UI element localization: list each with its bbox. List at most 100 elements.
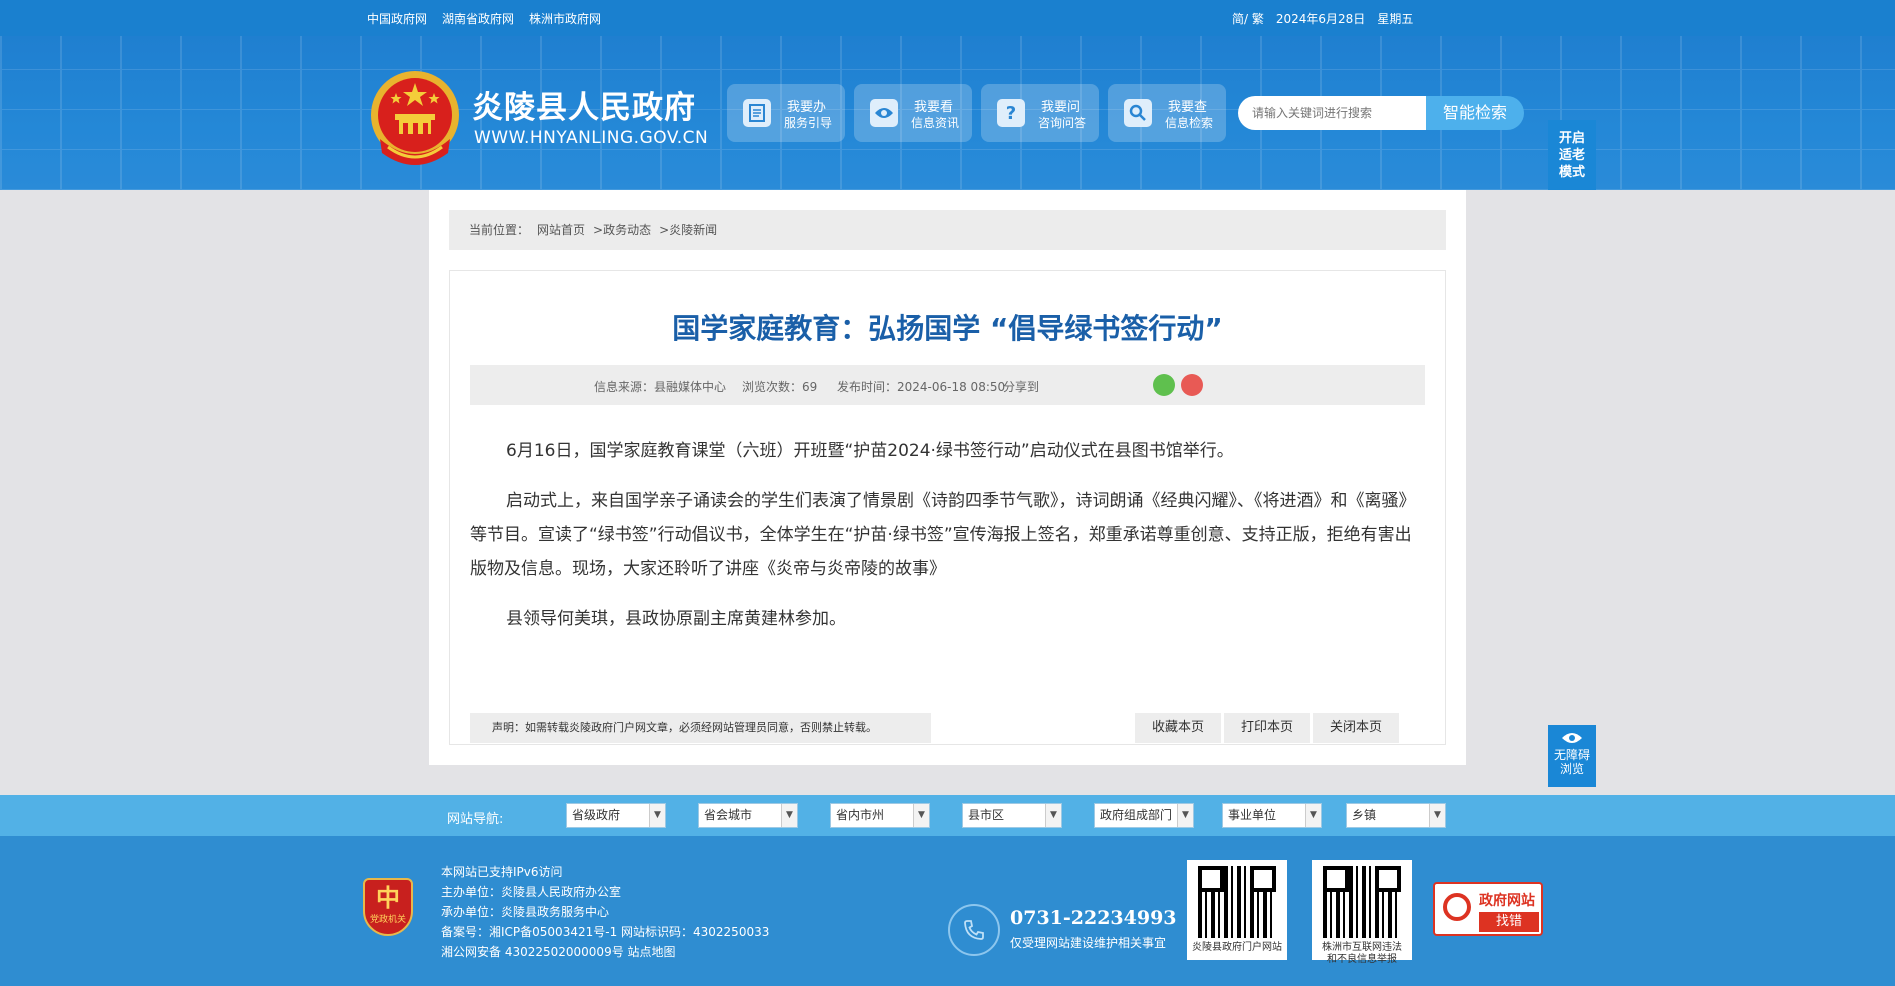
article: 国学家庭教育：弘扬国学 “倡导绿书签行动” 信息来源：县融媒体中心 浏览次数：6… bbox=[449, 270, 1446, 745]
phone-icon bbox=[948, 904, 1000, 956]
footer-sponsor: 主办单位：炎陵县人民政府办公室 bbox=[441, 885, 622, 899]
accessibility-button[interactable]: 无障碍 浏览 bbox=[1548, 725, 1596, 787]
accessibility-label: 浏览 bbox=[1559, 762, 1584, 776]
article-views: 浏览次数：69 bbox=[742, 380, 818, 394]
article-tools: 收藏本页 打印本页 关闭本页 bbox=[1135, 713, 1400, 743]
breadcrumb-yanling-news[interactable]: >炎陵新闻 bbox=[659, 210, 717, 250]
site-url: WWW.HNYANLING.GOV.CN bbox=[474, 128, 709, 148]
bookmark-page-button[interactable]: 收藏本页 bbox=[1135, 713, 1222, 743]
footer-info: 本网站已支持IPv6访问 主办单位：炎陵县人民政府办公室 承办单位：炎陵县政务服… bbox=[441, 862, 769, 962]
select-value: 省内市州 bbox=[836, 808, 885, 822]
elder-mode-label: 适老 bbox=[1558, 148, 1585, 163]
close-page-button[interactable]: 关闭本页 bbox=[1313, 713, 1400, 743]
chevron-down-icon: ▼ bbox=[1177, 804, 1193, 827]
disclaimer: 声明：如需转载炎陵政府门户网文章，必须经网站管理员同意，否则禁止转载。 bbox=[470, 713, 931, 743]
national-emblem-icon[interactable] bbox=[368, 69, 462, 171]
site-nav-label: 网站导航: bbox=[447, 812, 504, 827]
footer-police-record[interactable]: 湘公网安备 43022502000009号 站点地图 bbox=[441, 942, 769, 962]
article-body: 6月16日，国学家庭教育课堂（六班）开班暨“护苗2024·绿书签行动”启动仪式在… bbox=[470, 434, 1427, 652]
article-published: 发布时间：2024-06-18 08:50 bbox=[837, 380, 1006, 394]
qr-caption: 炎陵县政府门户网站 bbox=[1192, 942, 1282, 953]
document-icon bbox=[743, 99, 771, 127]
nav-button-line1: 我要查 bbox=[1168, 100, 1208, 115]
print-page-button[interactable]: 打印本页 bbox=[1224, 713, 1311, 743]
elder-mode-label: 模式 bbox=[1558, 165, 1585, 180]
search-button[interactable]: 智能检索 bbox=[1426, 96, 1524, 130]
select-value: 省级政府 bbox=[572, 808, 621, 822]
link-zhuzhou-gov[interactable]: 株洲市政府网 bbox=[529, 10, 601, 27]
select-value: 事业单位 bbox=[1228, 808, 1277, 822]
top-links: 中国政府网 湖南省政府网 株洲市政府网 bbox=[367, 10, 601, 27]
chevron-down-icon: ▼ bbox=[1429, 804, 1445, 827]
report-error-button[interactable]: 政府网站 找错 bbox=[1433, 882, 1543, 936]
search-input[interactable] bbox=[1238, 96, 1426, 130]
select-provincial-gov[interactable]: 省级政府 ▼ bbox=[566, 803, 666, 828]
select-counties[interactable]: 县市区 ▼ bbox=[962, 803, 1062, 828]
nav-button-line2: 服务引导 bbox=[784, 116, 833, 130]
magnifier-icon bbox=[1443, 893, 1471, 921]
question-icon: ? bbox=[997, 99, 1025, 127]
chevron-down-icon: ▼ bbox=[1305, 804, 1321, 827]
site-header: 炎陵县人民政府 WWW.HNYANLING.GOV.CN 我要办 服务引导 我要… bbox=[0, 36, 1895, 190]
breadcrumb: 当前位置： 网站首页 >政务动态 >炎陵新闻 bbox=[449, 210, 1446, 250]
eye-icon bbox=[1562, 733, 1582, 743]
nav-button-line2: 信息资讯 bbox=[911, 116, 960, 130]
search-icon bbox=[1124, 99, 1152, 127]
lang-switch[interactable]: 简/ 繁 bbox=[1232, 10, 1264, 27]
select-value: 省会城市 bbox=[704, 808, 753, 822]
current-weekday: 星期五 bbox=[1377, 12, 1414, 26]
chevron-down-icon: ▼ bbox=[913, 804, 929, 827]
article-paragraph: 启动式上，来自国学亲子诵读会的学生们表演了情景剧《诗韵四季节气歌》，诗词朗诵《经… bbox=[470, 491, 1416, 579]
link-hunan-gov[interactable]: 湖南省政府网 bbox=[442, 10, 514, 27]
select-capital-cities[interactable]: 省会城市 ▼ bbox=[698, 803, 798, 828]
nav-button-line1: 我要问 bbox=[1041, 100, 1081, 115]
site-navigation: 网站导航: 省级政府 ▼ 省会城市 ▼ 省内市州 ▼ 县市区 ▼ 政府组成部门 ▼ 事业单… bbox=[0, 795, 1895, 836]
main-content: 当前位置： 网站首页 >政务动态 >炎陵新闻 国学家庭教育：弘扬国学 “倡导绿书… bbox=[429, 190, 1466, 765]
elder-mode-label: 开启 bbox=[1558, 131, 1585, 146]
article-paragraph: 6月16日，国学家庭教育课堂（六班）开班暨“护苗2024·绿书签行动”启动仪式在… bbox=[506, 441, 1234, 461]
report-error-line1: 政府网站 bbox=[1479, 893, 1535, 909]
report-error-line2: 找错 bbox=[1479, 912, 1539, 932]
article-source: 信息来源：县融媒体中心 bbox=[594, 380, 727, 394]
wechat-share-icon[interactable] bbox=[1153, 374, 1175, 396]
breadcrumb-news[interactable]: >政务动态 bbox=[593, 210, 651, 250]
breadcrumb-home[interactable]: 网站首页 bbox=[537, 210, 585, 250]
select-institutions[interactable]: 事业单位 ▼ bbox=[1222, 803, 1322, 828]
footer-organizer: 承办单位：炎陵县政务服务中心 bbox=[441, 905, 610, 919]
link-gov-cn[interactable]: 中国政府网 bbox=[367, 10, 427, 27]
select-value: 政府组成部门 bbox=[1100, 808, 1173, 822]
footer-ipv6: 本网站已支持IPv6访问 bbox=[441, 865, 563, 879]
select-prefectures[interactable]: 省内市州 ▼ bbox=[830, 803, 930, 828]
badge-emblem-icon: 中 bbox=[376, 884, 400, 912]
contact-phone: 0731-22234993 bbox=[1010, 907, 1177, 929]
share-label: 分享到 bbox=[1003, 380, 1040, 394]
accessibility-label: 无障碍 bbox=[1553, 748, 1590, 762]
qr-code-gov-portal: 炎陵县政府门户网站 bbox=[1187, 860, 1287, 960]
select-gov-departments[interactable]: 政府组成部门 ▼ bbox=[1094, 803, 1194, 828]
footer-icp[interactable]: 备案号：湘ICP备05003421号-1 网站标识码：4302250033 bbox=[441, 922, 769, 942]
nav-button-ask[interactable]: ? 我要问 咨询问答 bbox=[981, 84, 1099, 142]
elder-mode-button[interactable]: 开启 适老 模式 bbox=[1548, 120, 1596, 190]
nav-button-line1: 我要看 bbox=[914, 100, 954, 115]
site-title[interactable]: 炎陵县人民政府 bbox=[472, 82, 696, 127]
current-date: 2024年6月28日 bbox=[1275, 12, 1366, 26]
qr-caption: 株洲市互联网违法 和不良信息举报 bbox=[1312, 942, 1412, 966]
nav-button-search[interactable]: 我要查 信息检索 bbox=[1108, 84, 1226, 142]
select-value: 乡镇 bbox=[1352, 808, 1377, 822]
top-right: 简/ 繁 2024年6月28日 星期五 bbox=[1232, 10, 1413, 27]
weibo-share-icon[interactable] bbox=[1181, 374, 1203, 396]
article-title: 国学家庭教育：弘扬国学 “倡导绿书签行动” bbox=[672, 312, 1223, 345]
article-meta: 信息来源：县融媒体中心 浏览次数：69 发布时间：2024-06-18 08:5… bbox=[470, 365, 1425, 405]
chevron-down-icon: ▼ bbox=[649, 804, 665, 827]
qr-code-icon bbox=[1198, 866, 1276, 938]
nav-button-line2: 信息检索 bbox=[1165, 116, 1214, 130]
nav-button-info[interactable]: 我要看 信息资讯 bbox=[854, 84, 972, 142]
party-gov-badge[interactable]: 中 党政机关 bbox=[363, 878, 413, 936]
eye-icon bbox=[870, 99, 898, 127]
chevron-down-icon: ▼ bbox=[1045, 804, 1061, 827]
nav-button-service[interactable]: 我要办 服务引导 bbox=[727, 84, 845, 142]
chevron-down-icon: ▼ bbox=[781, 804, 797, 827]
qr-caption-line: 株洲市互联网违法 bbox=[1322, 942, 1402, 953]
select-towns[interactable]: 乡镇 ▼ bbox=[1346, 803, 1446, 828]
contact-phone-desc: 仅受理网站建设维护相关事宜 bbox=[1010, 936, 1167, 950]
